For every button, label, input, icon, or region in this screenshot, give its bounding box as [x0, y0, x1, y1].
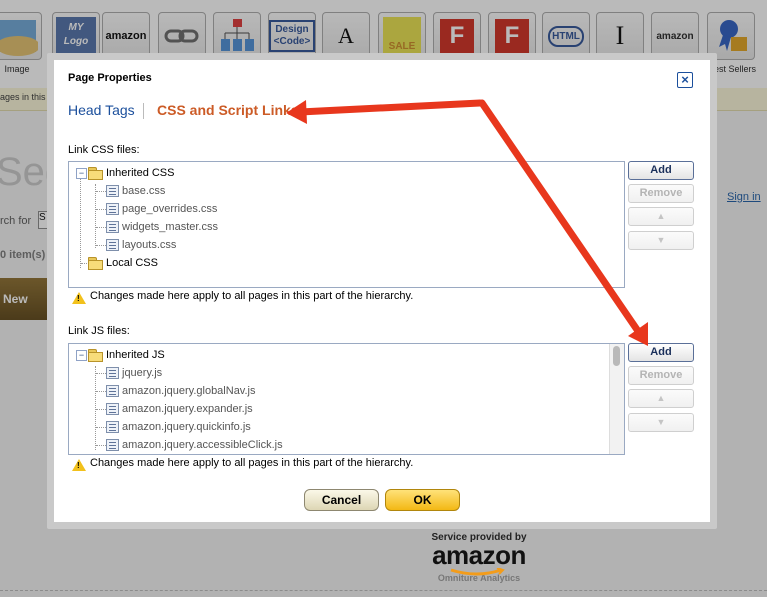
- file-label: amazon.jquery.quickinfo.js: [122, 421, 251, 433]
- js-add-button[interactable]: Add: [628, 343, 694, 362]
- file-icon: [106, 385, 119, 397]
- note-text: Changes made here apply to all pages in …: [90, 457, 414, 469]
- tree-guide-line: [96, 373, 106, 374]
- folder-icon: [88, 167, 103, 180]
- arrow-down-icon: ▼: [656, 417, 666, 427]
- cancel-button[interactable]: Cancel: [304, 489, 379, 511]
- ok-button[interactable]: OK: [385, 489, 460, 511]
- css-move-down-button[interactable]: ▼: [628, 231, 694, 250]
- footer-branding: Service provided by amazon Omniture Anal…: [429, 532, 529, 583]
- tree-guide-line: [96, 227, 106, 228]
- file-label: layouts.css: [122, 239, 177, 251]
- file-icon: [106, 403, 119, 415]
- tree-file[interactable]: amazon.jquery.expander.js: [69, 400, 609, 418]
- js-move-up-button[interactable]: ▲: [628, 389, 694, 408]
- note-text: Changes made here apply to all pages in …: [90, 290, 414, 302]
- css-add-button[interactable]: Add: [628, 161, 694, 180]
- dialog-title: Page Properties: [68, 72, 152, 84]
- file-icon: [106, 221, 119, 233]
- scrollbar-thumb[interactable]: [613, 346, 620, 366]
- arrow-up-icon: ▲: [656, 211, 666, 221]
- tree-file[interactable]: widgets_master.css: [69, 218, 609, 236]
- tree-file[interactable]: amazon.jquery.globalNav.js: [69, 382, 609, 400]
- file-icon: [106, 185, 119, 197]
- tab-head-tags[interactable]: Head Tags: [68, 102, 135, 118]
- warning-icon: !: [72, 292, 86, 304]
- amazon-logo: amazon: [432, 540, 526, 570]
- arrow-down-icon: ▼: [656, 235, 666, 245]
- css-remove-button[interactable]: Remove: [628, 184, 694, 203]
- file-label: amazon.jquery.globalNav.js: [122, 385, 256, 397]
- js-remove-button[interactable]: Remove: [628, 366, 694, 385]
- tree-guide-line: [81, 263, 87, 264]
- tree-file[interactable]: jquery.js: [69, 364, 609, 382]
- file-label: page_overrides.css: [122, 203, 218, 215]
- file-icon: [106, 367, 119, 379]
- tree-guide-line: [96, 391, 106, 392]
- js-section-label: Link JS files:: [68, 325, 130, 337]
- css-move-up-button[interactable]: ▲: [628, 207, 694, 226]
- tab-css-script-links[interactable]: CSS and Script Links: [157, 102, 299, 118]
- css-section-label: Link CSS files:: [68, 144, 140, 156]
- file-icon: [106, 203, 119, 215]
- tree-file[interactable]: base.css: [69, 182, 609, 200]
- tab-separator: [143, 103, 144, 119]
- warning-icon: !: [72, 459, 86, 471]
- js-move-down-button[interactable]: ▼: [628, 413, 694, 432]
- tree-guide-line: [96, 427, 106, 428]
- folder-label: Local CSS: [106, 257, 158, 269]
- tree-guide-line: [96, 191, 106, 192]
- tree-file[interactable]: layouts.css: [69, 236, 609, 254]
- file-label: amazon.jquery.expander.js: [122, 403, 253, 415]
- tree-file[interactable]: page_overrides.css: [69, 200, 609, 218]
- file-label: base.css: [122, 185, 166, 197]
- tree-guide-line: [96, 409, 106, 410]
- tree-guide-line: [96, 245, 106, 246]
- close-icon: ×: [681, 72, 689, 87]
- js-file-tree[interactable]: − Inherited JS jquery.js amazon.jquery.g…: [68, 343, 625, 455]
- tree-folder-inherited-js[interactable]: − Inherited JS: [69, 346, 609, 364]
- css-file-tree[interactable]: − Inherited CSS base.css page_overrides.…: [68, 161, 625, 288]
- file-icon: [106, 439, 119, 451]
- folder-label: Inherited CSS: [106, 167, 175, 179]
- amazon-smile-icon: [450, 568, 505, 576]
- tree-guide-line: [96, 445, 106, 446]
- tree-file[interactable]: amazon.jquery.quickinfo.js: [69, 418, 609, 436]
- folder-icon: [88, 349, 103, 362]
- arrow-up-icon: ▲: [656, 393, 666, 403]
- collapse-icon[interactable]: −: [76, 350, 87, 361]
- file-label: amazon.jquery.accessibleClick.js: [122, 439, 283, 451]
- file-icon: [106, 239, 119, 251]
- folder-icon: [88, 257, 103, 270]
- close-button[interactable]: ×: [677, 72, 693, 88]
- file-icon: [106, 421, 119, 433]
- tree-file[interactable]: amazon.jquery.accessibleClick.js: [69, 436, 609, 454]
- tree-folder-local-css[interactable]: Local CSS: [69, 254, 609, 272]
- page-properties-dialog: Page Properties × Head Tags CSS and Scri…: [54, 60, 710, 522]
- js-tree-scrollbar[interactable]: [609, 344, 624, 454]
- tree-folder-inherited-css[interactable]: − Inherited CSS: [69, 164, 609, 182]
- collapse-icon[interactable]: −: [76, 168, 87, 179]
- file-label: widgets_master.css: [122, 221, 218, 233]
- file-label: jquery.js: [122, 367, 163, 379]
- tree-guide-line: [96, 209, 106, 210]
- folder-label: Inherited JS: [106, 349, 165, 361]
